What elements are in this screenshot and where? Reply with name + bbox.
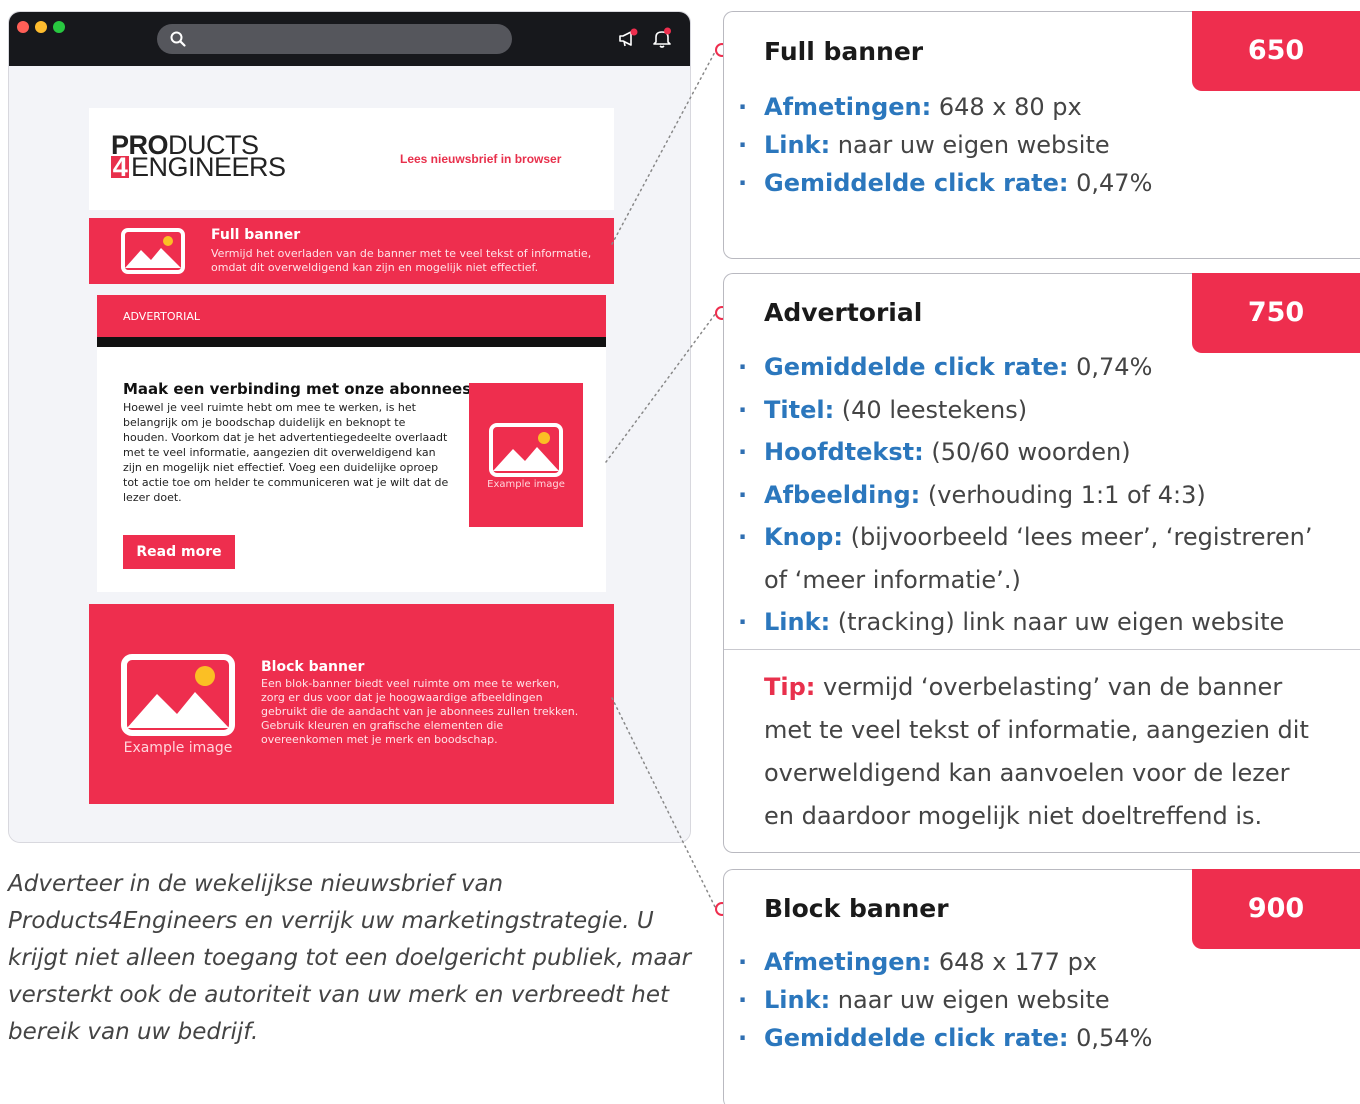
advertorial-label: ADVERTORIAL — [123, 310, 201, 323]
list-item: Link: naar uw eigen website — [738, 981, 1152, 1019]
image-placeholder-icon — [489, 423, 563, 477]
image-placeholder-icon — [121, 654, 235, 736]
card-title: Block banner — [764, 894, 949, 923]
read-more-button[interactable]: Read more — [123, 535, 235, 569]
advertorial-text: Hoewel je veel ruimte hebt om mee te wer… — [123, 401, 449, 504]
list-item: Titel: (40 leestekens) — [738, 389, 1312, 432]
list-item: Afmetingen: 648 x 177 px — [738, 943, 1152, 981]
intro-paragraph: Adverteer in de wekelijkse nieuwsbrief v… — [8, 871, 692, 1045]
minimize-window-button[interactable] — [35, 21, 47, 33]
advertorial-image: Example image — [469, 383, 583, 527]
full-banner-text: Vermijd het overladen van de banner met … — [211, 247, 592, 274]
advertorial-divider — [97, 337, 606, 347]
card-title: Advertorial — [764, 298, 923, 327]
list-item: Gemiddelde click rate: 0,74% — [738, 346, 1312, 389]
advertorial-card: Advertorial 750 Gemiddelde click rate: 0… — [723, 273, 1360, 853]
price-badge: 750 — [1192, 273, 1360, 353]
image-placeholder-icon — [121, 228, 185, 274]
spec-list: Gemiddelde click rate: 0,74% Titel: (40 … — [738, 346, 1312, 644]
list-item: Knop: (bijvoorbeeld ‘lees meer’, ‘regist… — [738, 516, 1312, 559]
block-banner-image-caption: Example image — [123, 740, 233, 756]
list-item: Afmetingen: 648 x 80 px — [738, 88, 1152, 126]
block-banner-card: Block banner 900 Afmetingen: 648 x 177 p… — [723, 869, 1360, 1104]
view-in-browser-link[interactable]: Lees nieuwsbrief in browser — [400, 152, 561, 166]
card-title: Full banner — [764, 37, 924, 66]
tip-divider — [724, 649, 1360, 650]
bell-icon[interactable] — [650, 26, 674, 50]
maximize-window-button[interactable] — [53, 21, 65, 33]
advertorial-image-caption: Example image — [487, 479, 565, 490]
search-icon — [170, 31, 186, 47]
full-banner-card: Full banner 650 Afmetingen: 648 x 80 px … — [723, 11, 1360, 259]
list-item: Link: (tracking) link naar uw eigen webs… — [738, 601, 1312, 644]
newsletter-preview: PRODUCTS 4 ENGINEERS Lees nieuwsbrief in … — [9, 66, 690, 842]
spec-list: Afmetingen: 648 x 177 px Link: naar uw e… — [738, 943, 1152, 1057]
megaphone-icon[interactable] — [616, 26, 640, 50]
search-input[interactable] — [157, 24, 512, 54]
price-badge: 650 — [1192, 11, 1360, 91]
list-item: Gemiddelde click rate: 0,54% — [738, 1019, 1152, 1057]
advertorial-header: ADVERTORIAL — [97, 295, 606, 337]
close-window-button[interactable] — [17, 21, 29, 33]
spec-list: Afmetingen: 648 x 80 px Link: naar uw ei… — [738, 88, 1152, 202]
list-item: Link: naar uw eigen website — [738, 126, 1152, 164]
list-item-continuation: of ‘meer informatie’.) — [764, 565, 1021, 594]
price-badge: 900 — [1192, 869, 1360, 949]
block-banner[interactable]: Example image Block banner Een blok-bann… — [89, 604, 614, 804]
full-banner[interactable]: Full banner Vermijd het overladen van de… — [89, 218, 614, 284]
advertorial-title: Maak een verbinding met onze abonnees — [123, 380, 472, 398]
browser-window: PRODUCTS 4 ENGINEERS Lees nieuwsbrief in … — [8, 11, 691, 843]
advertorial-body: Maak een verbinding met onze abonnees Ho… — [97, 347, 606, 592]
list-item: Hoofdtekst: (50/60 woorden) — [738, 431, 1312, 474]
full-banner-title: Full banner — [211, 227, 301, 243]
list-item: Afbeelding: (verhouding 1:1 of 4:3) — [738, 474, 1312, 517]
products4engineers-logo[interactable]: PRODUCTS 4 ENGINEERS — [111, 132, 331, 184]
block-banner-title: Block banner — [261, 659, 365, 675]
block-banner-text: Een blok-banner biedt veel ruimte om mee… — [261, 677, 579, 746]
tip-text: Tip: vermijd ‘overbelasting’ van de bann… — [764, 673, 1309, 830]
browser-titlebar — [9, 12, 690, 66]
newsletter-header: PRODUCTS 4 ENGINEERS Lees nieuwsbrief in … — [89, 108, 614, 210]
list-item: Gemiddelde click rate: 0,47% — [738, 164, 1152, 202]
